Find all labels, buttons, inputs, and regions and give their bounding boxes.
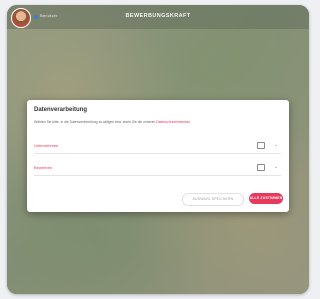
consent-row-label: Unternehmen [34, 143, 59, 148]
chevron-down-icon[interactable]: ⌄ [274, 163, 278, 171]
dialog-description: Wählen Sie bitte, in die Datenverarbeitu… [34, 120, 190, 124]
checkbox-icon[interactable] [257, 142, 265, 149]
dialog-description-text: Wählen Sie bitte, in die Datenverarbeitu… [34, 120, 156, 124]
consent-row-bewerben[interactable]: Bewerben ⌄ [34, 160, 281, 176]
consent-dialog: Datenverarbeitung Wählen Sie bitte, in d… [27, 100, 289, 212]
accept-all-button[interactable]: ALLE ZUSTIMMEN [249, 193, 283, 204]
consent-row-label: Bewerben [34, 165, 53, 170]
save-selection-button[interactable]: AUSWAHL SPEICHERN [182, 193, 244, 206]
chevron-down-icon[interactable]: ⌄ [274, 141, 278, 149]
privacy-link[interactable]: Datenschutzhinweisen [156, 120, 190, 124]
checkbox-icon[interactable] [257, 164, 265, 171]
dialog-title: Datenverarbeitung [34, 107, 88, 113]
app-window: Benutzer BEWERBUNGSKRAFT Datenverarbeitu… [7, 5, 309, 294]
consent-row-unternehmen[interactable]: Unternehmen ⌄ [34, 138, 281, 154]
